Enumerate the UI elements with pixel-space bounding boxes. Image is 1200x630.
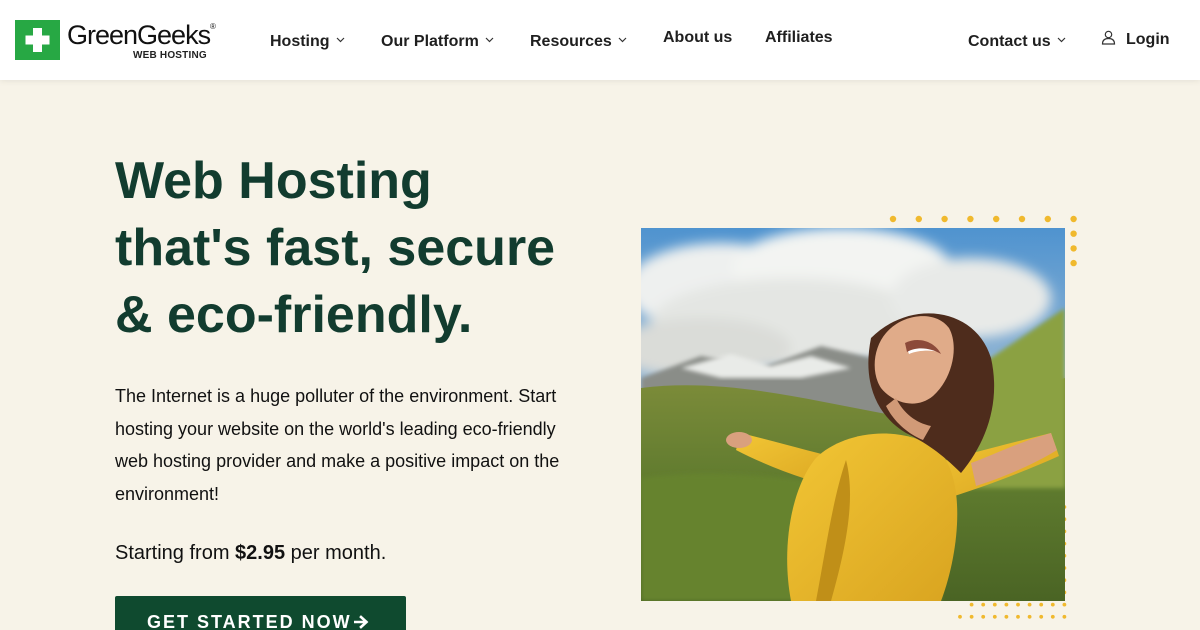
chevron-down-icon bbox=[1057, 30, 1066, 48]
decorative-dot bbox=[1004, 602, 1009, 607]
price-prefix: Starting from bbox=[115, 542, 236, 564]
decorative-dot bbox=[1050, 614, 1055, 619]
price-line: Starting from $2.95 per month. bbox=[115, 542, 386, 565]
brand-name: GreenGeeks bbox=[67, 20, 211, 50]
nav-our-platform[interactable]: Our Platform bbox=[381, 30, 494, 51]
arrow-right-icon bbox=[353, 615, 369, 629]
decorative-dot bbox=[1070, 230, 1077, 237]
hero-title-line: & eco-friendly. bbox=[115, 286, 473, 344]
decorative-dot bbox=[1018, 215, 1026, 223]
decorative-dot bbox=[915, 215, 922, 223]
decorative-dot bbox=[941, 215, 948, 223]
decorative-dot bbox=[1062, 614, 1067, 619]
decorative-dot bbox=[981, 602, 986, 607]
decorative-dot bbox=[1027, 614, 1032, 619]
decorative-dot bbox=[958, 614, 962, 619]
chevron-down-icon bbox=[485, 30, 494, 48]
get-started-button[interactable]: GET STARTED NOW bbox=[115, 596, 406, 630]
decorative-dot bbox=[992, 602, 997, 607]
nav-login[interactable]: Login bbox=[1101, 30, 1170, 50]
hero-photo-woman-in-meadow bbox=[641, 228, 1065, 601]
hero-title: Web Hosting that's fast, secure & eco-fr… bbox=[115, 148, 635, 349]
site-header: GreenGeeks ® WEB HOSTING Hosting Our Pla… bbox=[0, 0, 1200, 80]
hero-title-line: that's fast, secure bbox=[115, 219, 556, 277]
nav-contact-us[interactable]: Contact us bbox=[968, 30, 1066, 51]
price-suffix: per month. bbox=[285, 542, 387, 564]
decorative-dot bbox=[1044, 215, 1051, 223]
decorative-dot bbox=[1070, 245, 1077, 252]
decorative-dot bbox=[967, 215, 974, 223]
decorative-dot bbox=[969, 602, 974, 607]
nav-login-label: Login bbox=[1126, 31, 1170, 48]
nav-affiliates-label: Affiliates bbox=[765, 29, 833, 46]
decorative-dot bbox=[1004, 614, 1009, 619]
hero-description: The Internet is a huge polluter of the e… bbox=[115, 386, 560, 504]
nav-about-us[interactable]: About us bbox=[663, 29, 732, 47]
nav-contact-label: Contact us bbox=[968, 33, 1051, 50]
decorative-dot bbox=[1050, 602, 1055, 607]
decorative-dot bbox=[981, 614, 986, 619]
price-value: $2.95 bbox=[235, 542, 286, 564]
nav-hosting[interactable]: Hosting bbox=[270, 30, 345, 51]
brand-subtitle: WEB HOSTING bbox=[133, 50, 207, 61]
registered-mark: ® bbox=[210, 22, 216, 31]
decorative-dot bbox=[1039, 614, 1044, 619]
nav-resources-label: Resources bbox=[530, 33, 612, 50]
chevron-down-icon bbox=[618, 30, 627, 48]
chevron-down-icon bbox=[336, 30, 345, 48]
decorative-dot bbox=[969, 614, 974, 619]
decorative-dot bbox=[992, 614, 997, 619]
decorative-dot bbox=[1016, 602, 1020, 607]
decorative-dot bbox=[1070, 215, 1077, 223]
nav-affiliates[interactable]: Affiliates bbox=[765, 29, 833, 47]
cta-label: GET STARTED NOW bbox=[147, 612, 352, 630]
hero-title-line: Web Hosting bbox=[115, 152, 432, 210]
decorative-dot bbox=[993, 215, 1000, 223]
decorative-dot bbox=[1016, 614, 1020, 619]
nav-resources[interactable]: Resources bbox=[530, 30, 627, 51]
decorative-dot bbox=[1062, 602, 1067, 607]
plus-icon bbox=[15, 20, 60, 60]
nav-platform-label: Our Platform bbox=[381, 33, 479, 50]
nav-about-label: About us bbox=[663, 29, 733, 46]
decorative-dot bbox=[1070, 259, 1077, 267]
user-icon bbox=[1101, 30, 1116, 50]
decorative-dot bbox=[889, 215, 897, 223]
decorative-dot bbox=[1027, 602, 1032, 607]
decorative-dot bbox=[1039, 602, 1044, 607]
nav-hosting-label: Hosting bbox=[270, 33, 330, 50]
